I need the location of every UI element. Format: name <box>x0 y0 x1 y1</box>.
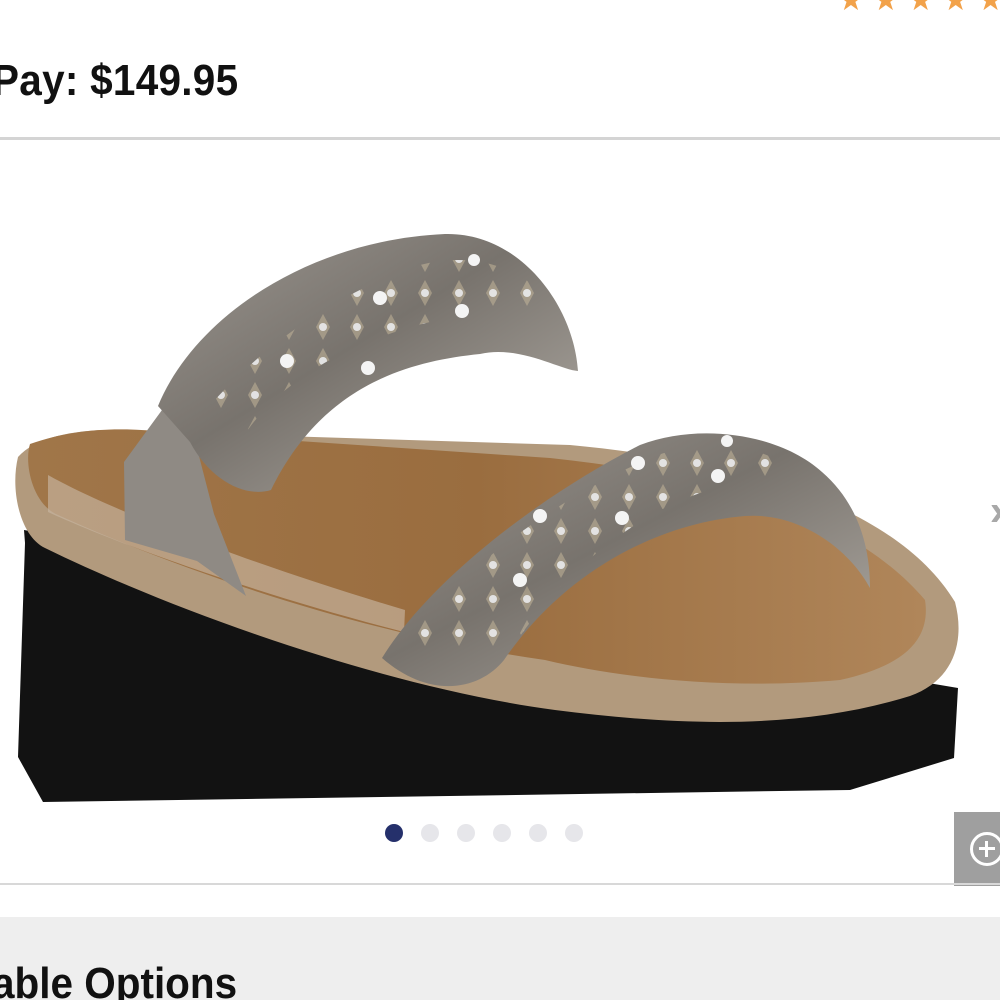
carousel-dots[interactable] <box>385 824 583 842</box>
carousel-dot[interactable] <box>493 824 511 842</box>
carousel-dot[interactable] <box>529 824 547 842</box>
star-icon: ★ <box>907 0 935 17</box>
carousel-dot[interactable] <box>457 824 475 842</box>
carousel-dot[interactable] <box>385 824 403 842</box>
carousel-dot[interactable] <box>421 824 439 842</box>
carousel-dot[interactable] <box>565 824 583 842</box>
options-panel: able Options <box>0 917 1000 1000</box>
product-image-carousel[interactable]: › <box>0 140 1000 882</box>
price-text: Pay: $149.95 <box>0 56 239 105</box>
star-icon: ★ <box>977 0 1000 17</box>
next-image-button[interactable]: › <box>980 486 1000 536</box>
rating-stars: ★ ★ ★ ★ ★ <box>837 0 1000 16</box>
star-icon: ★ <box>872 0 900 17</box>
star-icon: ★ <box>942 0 970 17</box>
star-icon: ★ <box>837 0 865 17</box>
options-title: able Options <box>0 959 238 1000</box>
chevron-right-icon: › <box>990 486 1000 536</box>
sandal-image[interactable] <box>0 140 1000 882</box>
zoom-button[interactable] <box>954 812 1000 886</box>
zoom-in-icon <box>970 832 1000 866</box>
divider <box>0 883 1000 885</box>
